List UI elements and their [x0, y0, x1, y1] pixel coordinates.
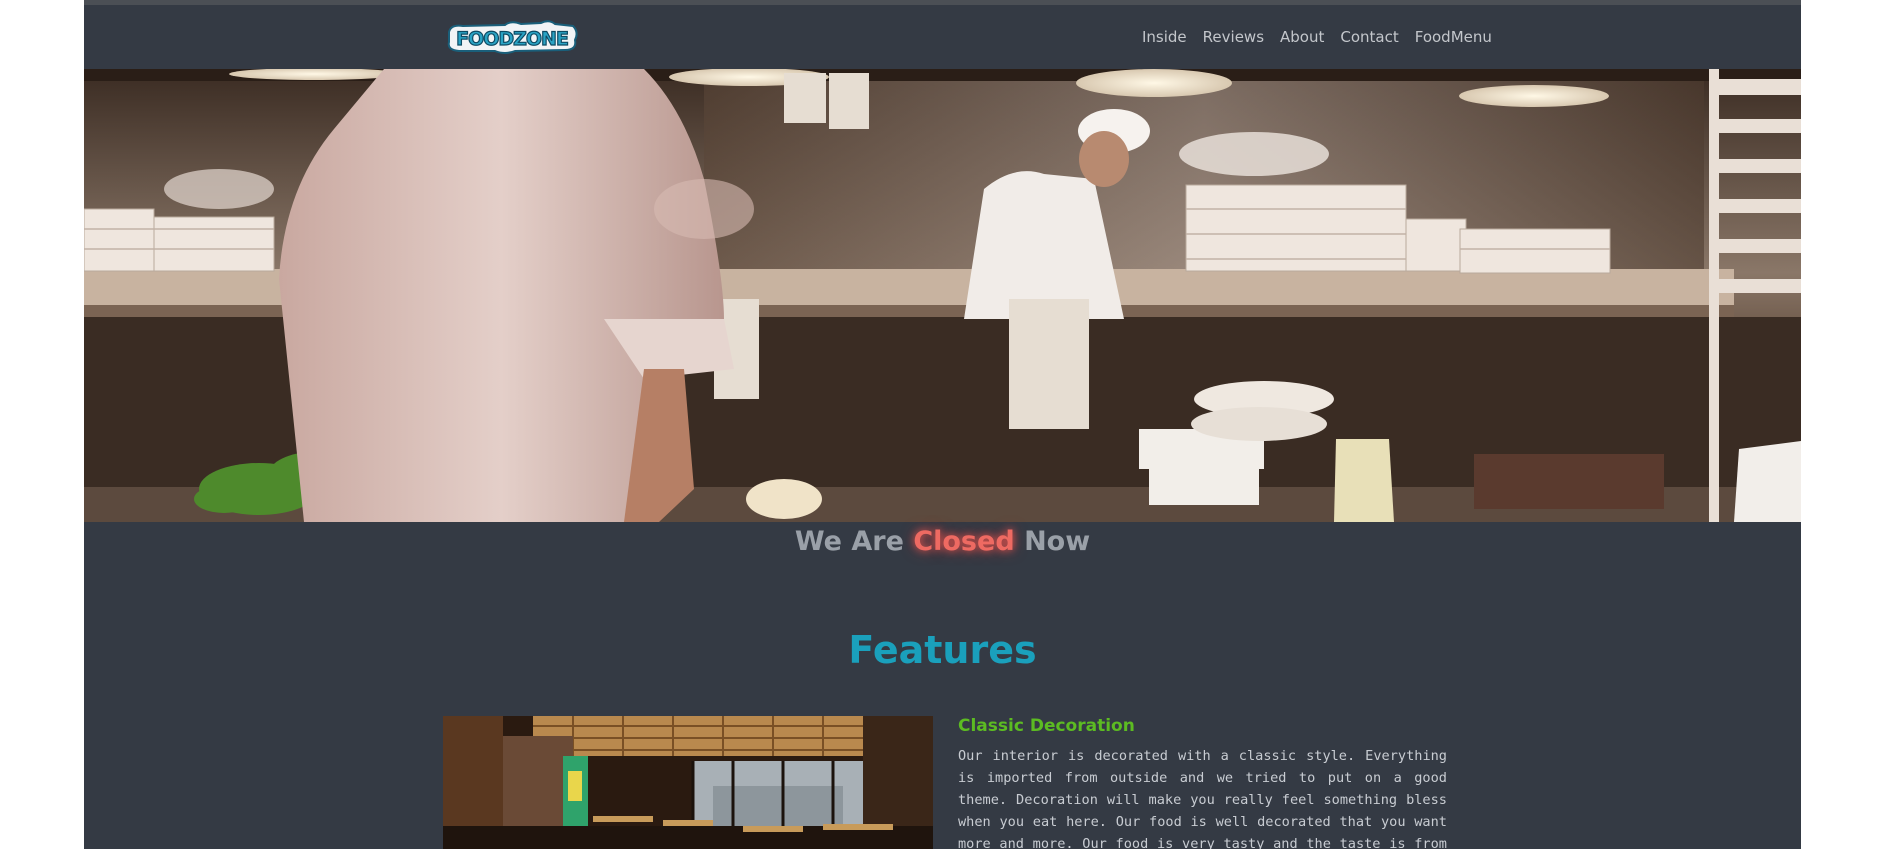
nav-link-contact[interactable]: Contact: [1332, 28, 1406, 46]
page: FOODZONE Inside Reviews About Contact Fo…: [84, 0, 1801, 849]
status-closed-badge: Closed: [913, 526, 1015, 557]
status-prefix: We Are: [794, 526, 904, 557]
classic-decoration-image: [443, 716, 933, 849]
navbar: FOODZONE Inside Reviews About Contact Fo…: [84, 5, 1801, 69]
foodzone-logo[interactable]: FOODZONE: [445, 18, 579, 56]
nav-link-foodmenu[interactable]: FoodMenu: [1407, 28, 1500, 46]
nav-link-inside[interactable]: Inside: [1134, 28, 1195, 46]
feature-description: Our interior is decorated with a classic…: [958, 748, 1447, 849]
features-heading: Features: [848, 628, 1037, 672]
nav-link-about[interactable]: About: [1272, 28, 1332, 46]
feature-heading-classic-decoration: Classic Decoration: [958, 716, 1135, 736]
status-suffix: Now: [1024, 526, 1091, 557]
open-status: We Are Closed Now: [84, 526, 1801, 557]
nav-link-reviews[interactable]: Reviews: [1195, 28, 1272, 46]
nav-links: Inside Reviews About Contact FoodMenu: [1134, 5, 1500, 69]
svg-text:FOODZONE: FOODZONE: [456, 28, 568, 50]
hero-image: [84, 69, 1801, 522]
